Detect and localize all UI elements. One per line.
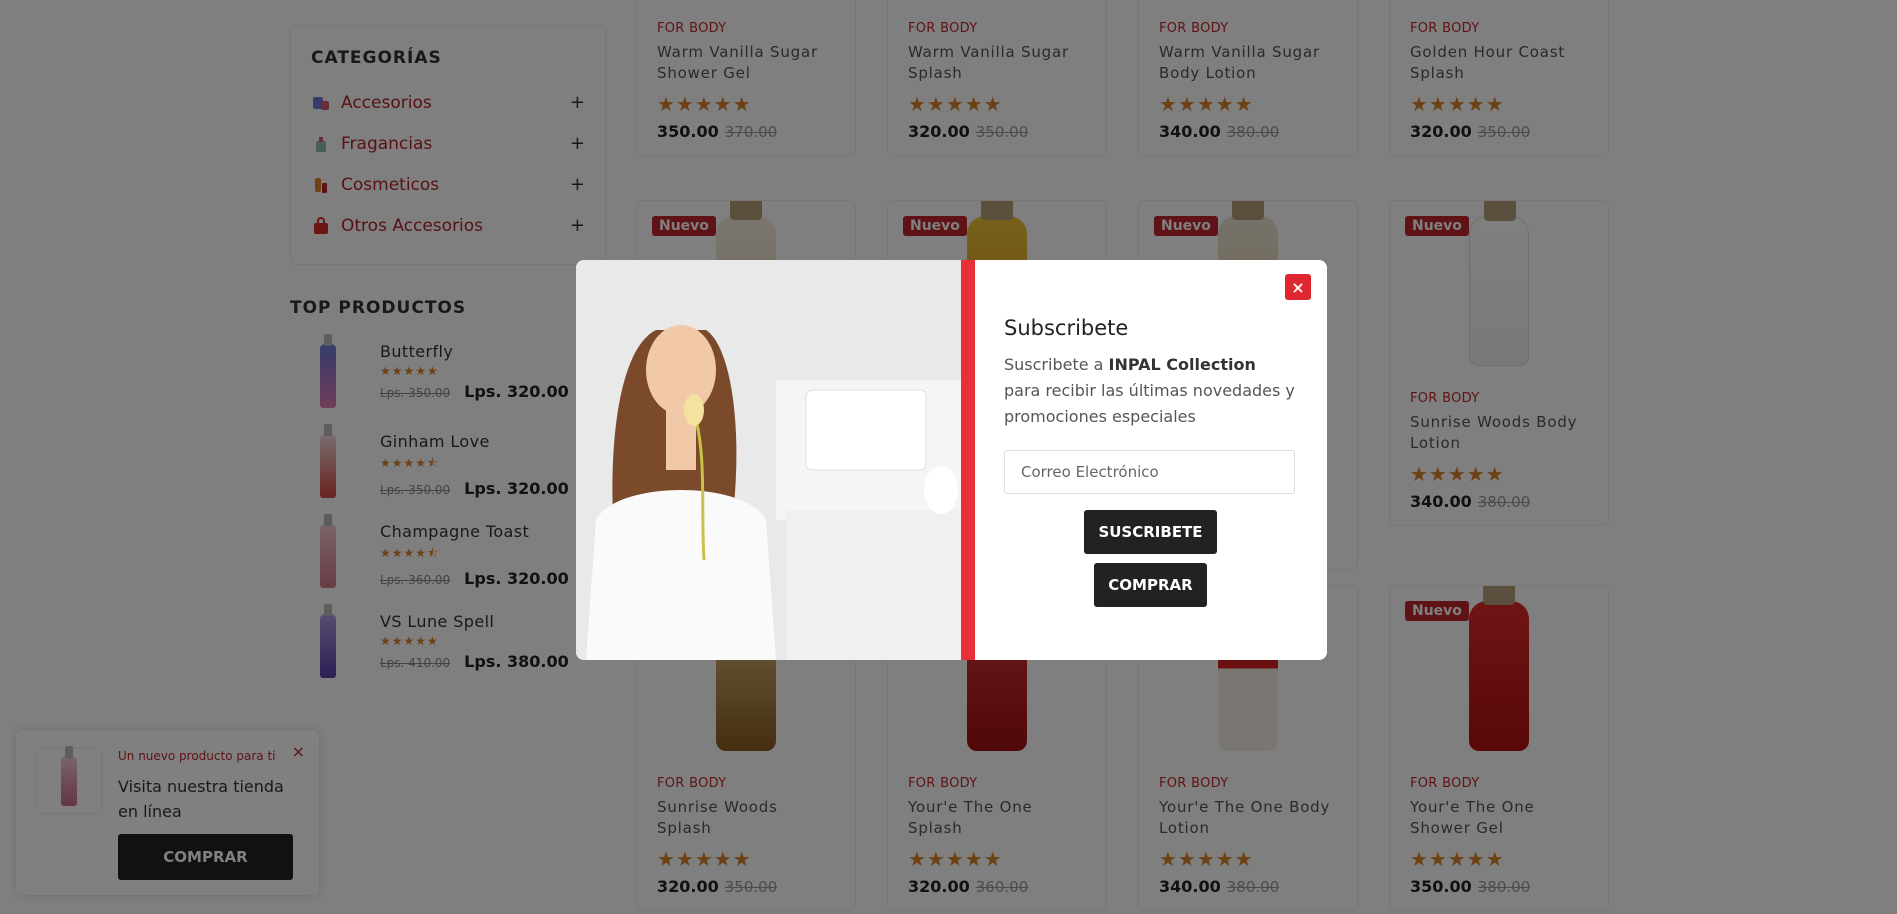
product-notification: Un nuevo producto para ti × Visita nuest… [16, 730, 319, 895]
notification-product-image[interactable] [36, 746, 102, 814]
notification-text: Visita nuestra tienda en línea [118, 777, 284, 821]
close-icon[interactable]: × [292, 742, 305, 761]
subscribe-modal: × Subscribete Suscribete a INPAL Collect… [576, 260, 1327, 660]
buy-button[interactable]: COMPRAR [1094, 563, 1207, 607]
description-text: Suscribete a [1004, 355, 1109, 374]
brand-name: INPAL Collection [1108, 355, 1256, 374]
description-text: para recibir las últimas novedades y pro… [1004, 381, 1295, 426]
modal-title: Subscribete [1004, 316, 1129, 340]
subscribe-button[interactable]: SUSCRIBETE [1084, 510, 1217, 554]
notification-label: Un nuevo producto para ti [118, 749, 276, 763]
notification-buy-button[interactable]: COMPRAR [118, 834, 293, 880]
modal-description: Suscribete a INPAL Collection para recib… [1004, 352, 1297, 430]
close-icon[interactable]: × [1285, 274, 1311, 300]
page: CATEGORÍAS Accesorios + Fragancias + Cos… [0, 0, 1897, 914]
modal-content: × Subscribete Suscribete a INPAL Collect… [975, 260, 1327, 660]
modal-photo [576, 260, 961, 660]
email-field[interactable] [1004, 450, 1295, 494]
modal-accent-bar [961, 260, 975, 660]
